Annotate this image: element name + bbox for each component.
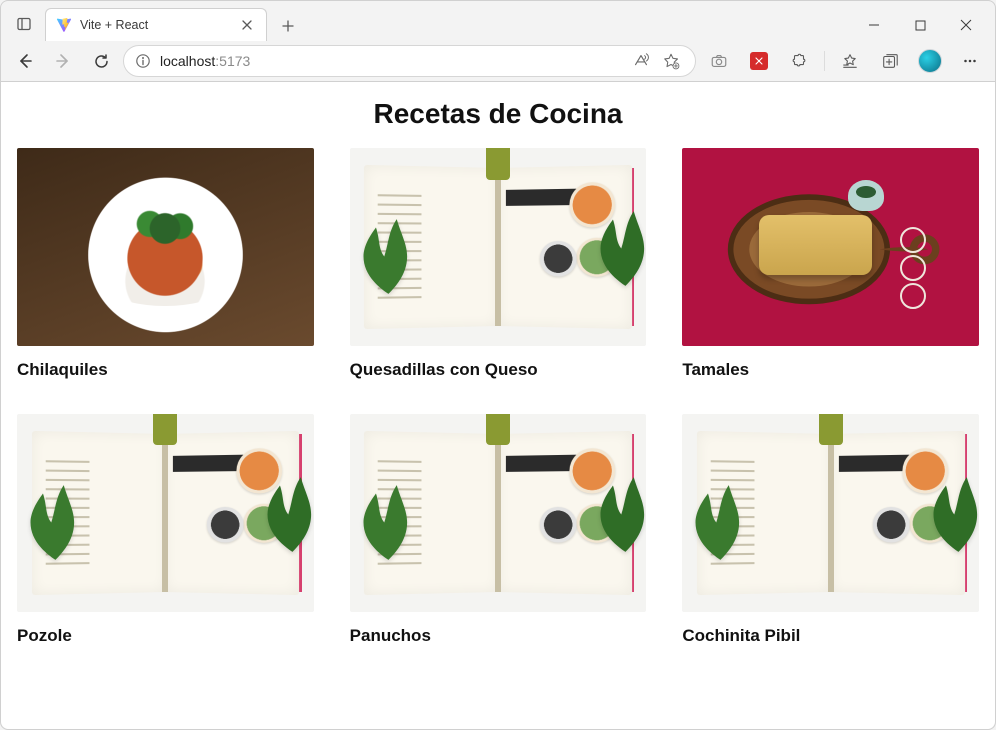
collections-icon (881, 52, 899, 70)
nav-forward-button[interactable] (47, 45, 79, 77)
tab-title: Vite + React (80, 18, 230, 32)
arrow-right-icon (54, 52, 72, 70)
maximize-icon (915, 20, 926, 31)
close-icon (242, 20, 252, 30)
nav-refresh-button[interactable] (85, 45, 117, 77)
tab-actions-icon (16, 16, 32, 32)
recipe-title: Pozole (17, 626, 314, 646)
info-icon (135, 53, 151, 69)
recipe-title: Chilaquiles (17, 360, 314, 380)
avatar-icon (918, 49, 942, 73)
extension-red-button[interactable] (742, 45, 776, 77)
favorites-button[interactable] (833, 45, 867, 77)
camera-icon (710, 52, 728, 70)
recipe-thumbnail (350, 414, 647, 612)
recipe-title: Cochinita Pibil (682, 626, 979, 646)
window-controls (851, 9, 989, 41)
recipe-thumbnail (17, 414, 314, 612)
plus-icon (282, 20, 294, 32)
minimize-icon (868, 19, 880, 31)
recipe-thumbnail (17, 148, 314, 346)
recipe-grid: Chilaquiles Quesadillas con Queso Tamale… (17, 148, 979, 646)
profile-button[interactable] (913, 45, 947, 77)
toolbar: localhost:5173 (1, 41, 995, 82)
tab-strip: Vite + React (7, 7, 303, 41)
titlebar: Vite + React (1, 1, 995, 41)
extension-red-icon (750, 52, 768, 70)
recipe-card[interactable]: Tamales (682, 148, 979, 380)
recipe-card[interactable]: Pozole (17, 414, 314, 646)
address-bar[interactable]: localhost:5173 (123, 45, 696, 77)
recipe-thumbnail (682, 414, 979, 612)
recipe-card[interactable]: Quesadillas con Queso (350, 148, 647, 380)
read-aloud-icon (632, 52, 650, 70)
recipe-card[interactable]: Chilaquiles (17, 148, 314, 380)
star-plus-icon (662, 52, 680, 70)
recipe-thumbnail (350, 148, 647, 346)
vite-favicon-icon (56, 17, 72, 33)
more-horizontal-icon (961, 52, 979, 70)
collections-button[interactable] (873, 45, 907, 77)
browser-window: Vite + React (0, 0, 996, 730)
toolbar-separator (824, 51, 825, 71)
tab-actions-button[interactable] (7, 7, 41, 41)
tab-close-button[interactable] (238, 16, 256, 34)
page-viewport[interactable]: Recetas de Cocina Chilaquiles Quesadilla… (1, 82, 995, 729)
recipe-thumbnail (682, 148, 979, 346)
favorite-add-button[interactable] (657, 45, 685, 77)
recipe-title: Panuchos (350, 626, 647, 646)
media-capture-button[interactable] (702, 45, 736, 77)
site-info-button[interactable] (134, 52, 152, 70)
read-aloud-button[interactable] (627, 45, 655, 77)
extensions-button[interactable] (782, 45, 816, 77)
window-close-button[interactable] (943, 9, 989, 41)
close-icon (960, 19, 972, 31)
recipe-card[interactable]: Panuchos (350, 414, 647, 646)
window-maximize-button[interactable] (897, 9, 943, 41)
arrow-left-icon (16, 52, 34, 70)
refresh-icon (93, 53, 110, 70)
page-title: Recetas de Cocina (17, 98, 979, 130)
recipe-title: Tamales (682, 360, 979, 380)
tab-active[interactable]: Vite + React (45, 8, 267, 41)
star-list-icon (841, 52, 859, 70)
url-host: localhost (160, 53, 215, 69)
puzzle-icon (790, 52, 808, 70)
url-port: :5173 (215, 53, 250, 69)
more-menu-button[interactable] (953, 45, 987, 77)
new-tab-button[interactable] (273, 11, 303, 41)
recipe-title: Quesadillas con Queso (350, 360, 647, 380)
nav-back-button[interactable] (9, 45, 41, 77)
window-minimize-button[interactable] (851, 9, 897, 41)
url-text: localhost:5173 (160, 53, 619, 69)
recipe-card[interactable]: Cochinita Pibil (682, 414, 979, 646)
